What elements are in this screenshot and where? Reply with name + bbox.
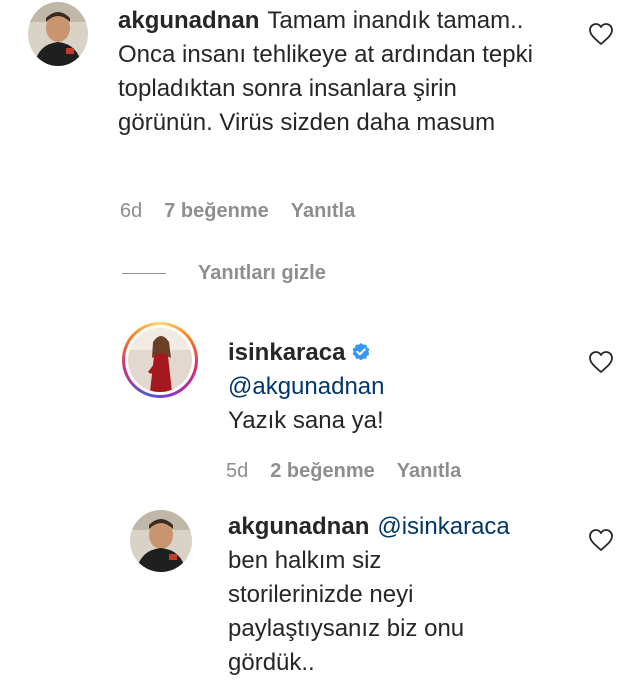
reply-reply-button[interactable]: Yanıtla — [397, 460, 461, 483]
reply2-body: akgunadnan @isinkaraca ben halkım siz sto… — [228, 510, 568, 680]
profile-photo-icon — [130, 510, 192, 572]
reply-time: 5d — [226, 460, 249, 482]
hide-replies-button[interactable]: Yanıtları gizle — [122, 262, 326, 285]
comments-thread: akgunadnan Tamam inandık tamam.. Onca ins… — [0, 0, 635, 696]
comment-username[interactable]: akgunadnan — [118, 7, 259, 34]
verified-badge-icon — [353, 342, 370, 361]
avatar-akgunadnan[interactable] — [28, 2, 88, 66]
avatar-isinkaraca[interactable] — [122, 322, 198, 398]
heart-outline-icon[interactable] — [588, 22, 614, 46]
reply2-text: ben halkım siz storilerinizde neyi payla… — [228, 547, 465, 676]
comment-meta: 6d 7 beğenme Yanıtla — [120, 200, 355, 223]
comment-time: 6d — [120, 200, 143, 222]
reply-body: isinkaraca @akgunadnan Yazık sana ya! — [228, 336, 568, 438]
reply-text: Yazık sana ya! — [228, 407, 384, 434]
comment-body: akgunadnan Tamam inandık tamam.. Onca ins… — [118, 4, 538, 140]
heart-outline-icon[interactable] — [588, 350, 614, 374]
reply2-username[interactable]: akgunadnan — [228, 513, 369, 540]
reply-meta: 5d 2 beğenme Yanıtla — [226, 460, 461, 483]
heart-outline-icon[interactable] — [588, 528, 614, 552]
hide-replies-label: Yanıtları gizle — [198, 262, 326, 284]
avatar-akgunadnan[interactable] — [130, 510, 192, 572]
reply-username[interactable]: isinkaraca — [228, 339, 345, 366]
reply-likes[interactable]: 2 beğenme — [270, 460, 374, 483]
profile-photo-icon — [28, 2, 88, 66]
reply-mention[interactable]: @akgunadnan — [228, 370, 568, 404]
profile-photo-icon — [128, 328, 192, 392]
comment-likes[interactable]: 7 beğenme — [164, 200, 268, 223]
divider-line — [122, 273, 166, 274]
comment-reply-button[interactable]: Yanıtla — [291, 200, 355, 223]
reply2-mention[interactable]: @isinkaraca — [377, 513, 509, 540]
